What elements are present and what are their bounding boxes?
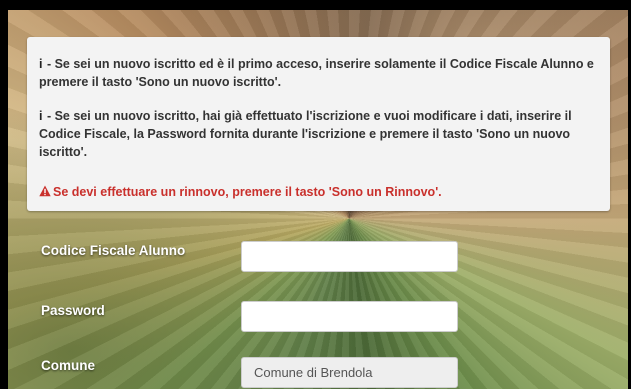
warning-triangle-icon bbox=[39, 185, 51, 197]
password-input[interactable] bbox=[241, 301, 458, 332]
background-image: i - Se sei un nuovo iscritto ed è il pri… bbox=[8, 10, 628, 389]
codice-fiscale-label: Codice Fiscale Alunno bbox=[41, 243, 186, 258]
info-new-modify: i - Se sei un nuovo iscritto, hai già ef… bbox=[39, 107, 599, 161]
renewal-warning: Se devi effettuare un rinnovo, premere i… bbox=[39, 183, 599, 201]
comune-field[interactable] bbox=[241, 357, 458, 388]
codice-fiscale-input[interactable] bbox=[241, 241, 458, 272]
info-text-1: - Se sei un nuovo iscritto ed è il primo… bbox=[39, 57, 594, 89]
comune-label: Comune bbox=[41, 358, 95, 373]
info-new-first-access: i - Se sei un nuovo iscritto ed è il pri… bbox=[39, 55, 599, 91]
password-label: Password bbox=[41, 303, 105, 318]
info-panel: i - Se sei un nuovo iscritto ed è il pri… bbox=[27, 37, 610, 211]
info-text-2: - Se sei un nuovo iscritto, hai già effe… bbox=[39, 109, 572, 159]
warning-text: Se devi effettuare un rinnovo, premere i… bbox=[53, 185, 442, 199]
info-icon: i bbox=[39, 109, 43, 123]
info-icon: i bbox=[39, 57, 43, 71]
